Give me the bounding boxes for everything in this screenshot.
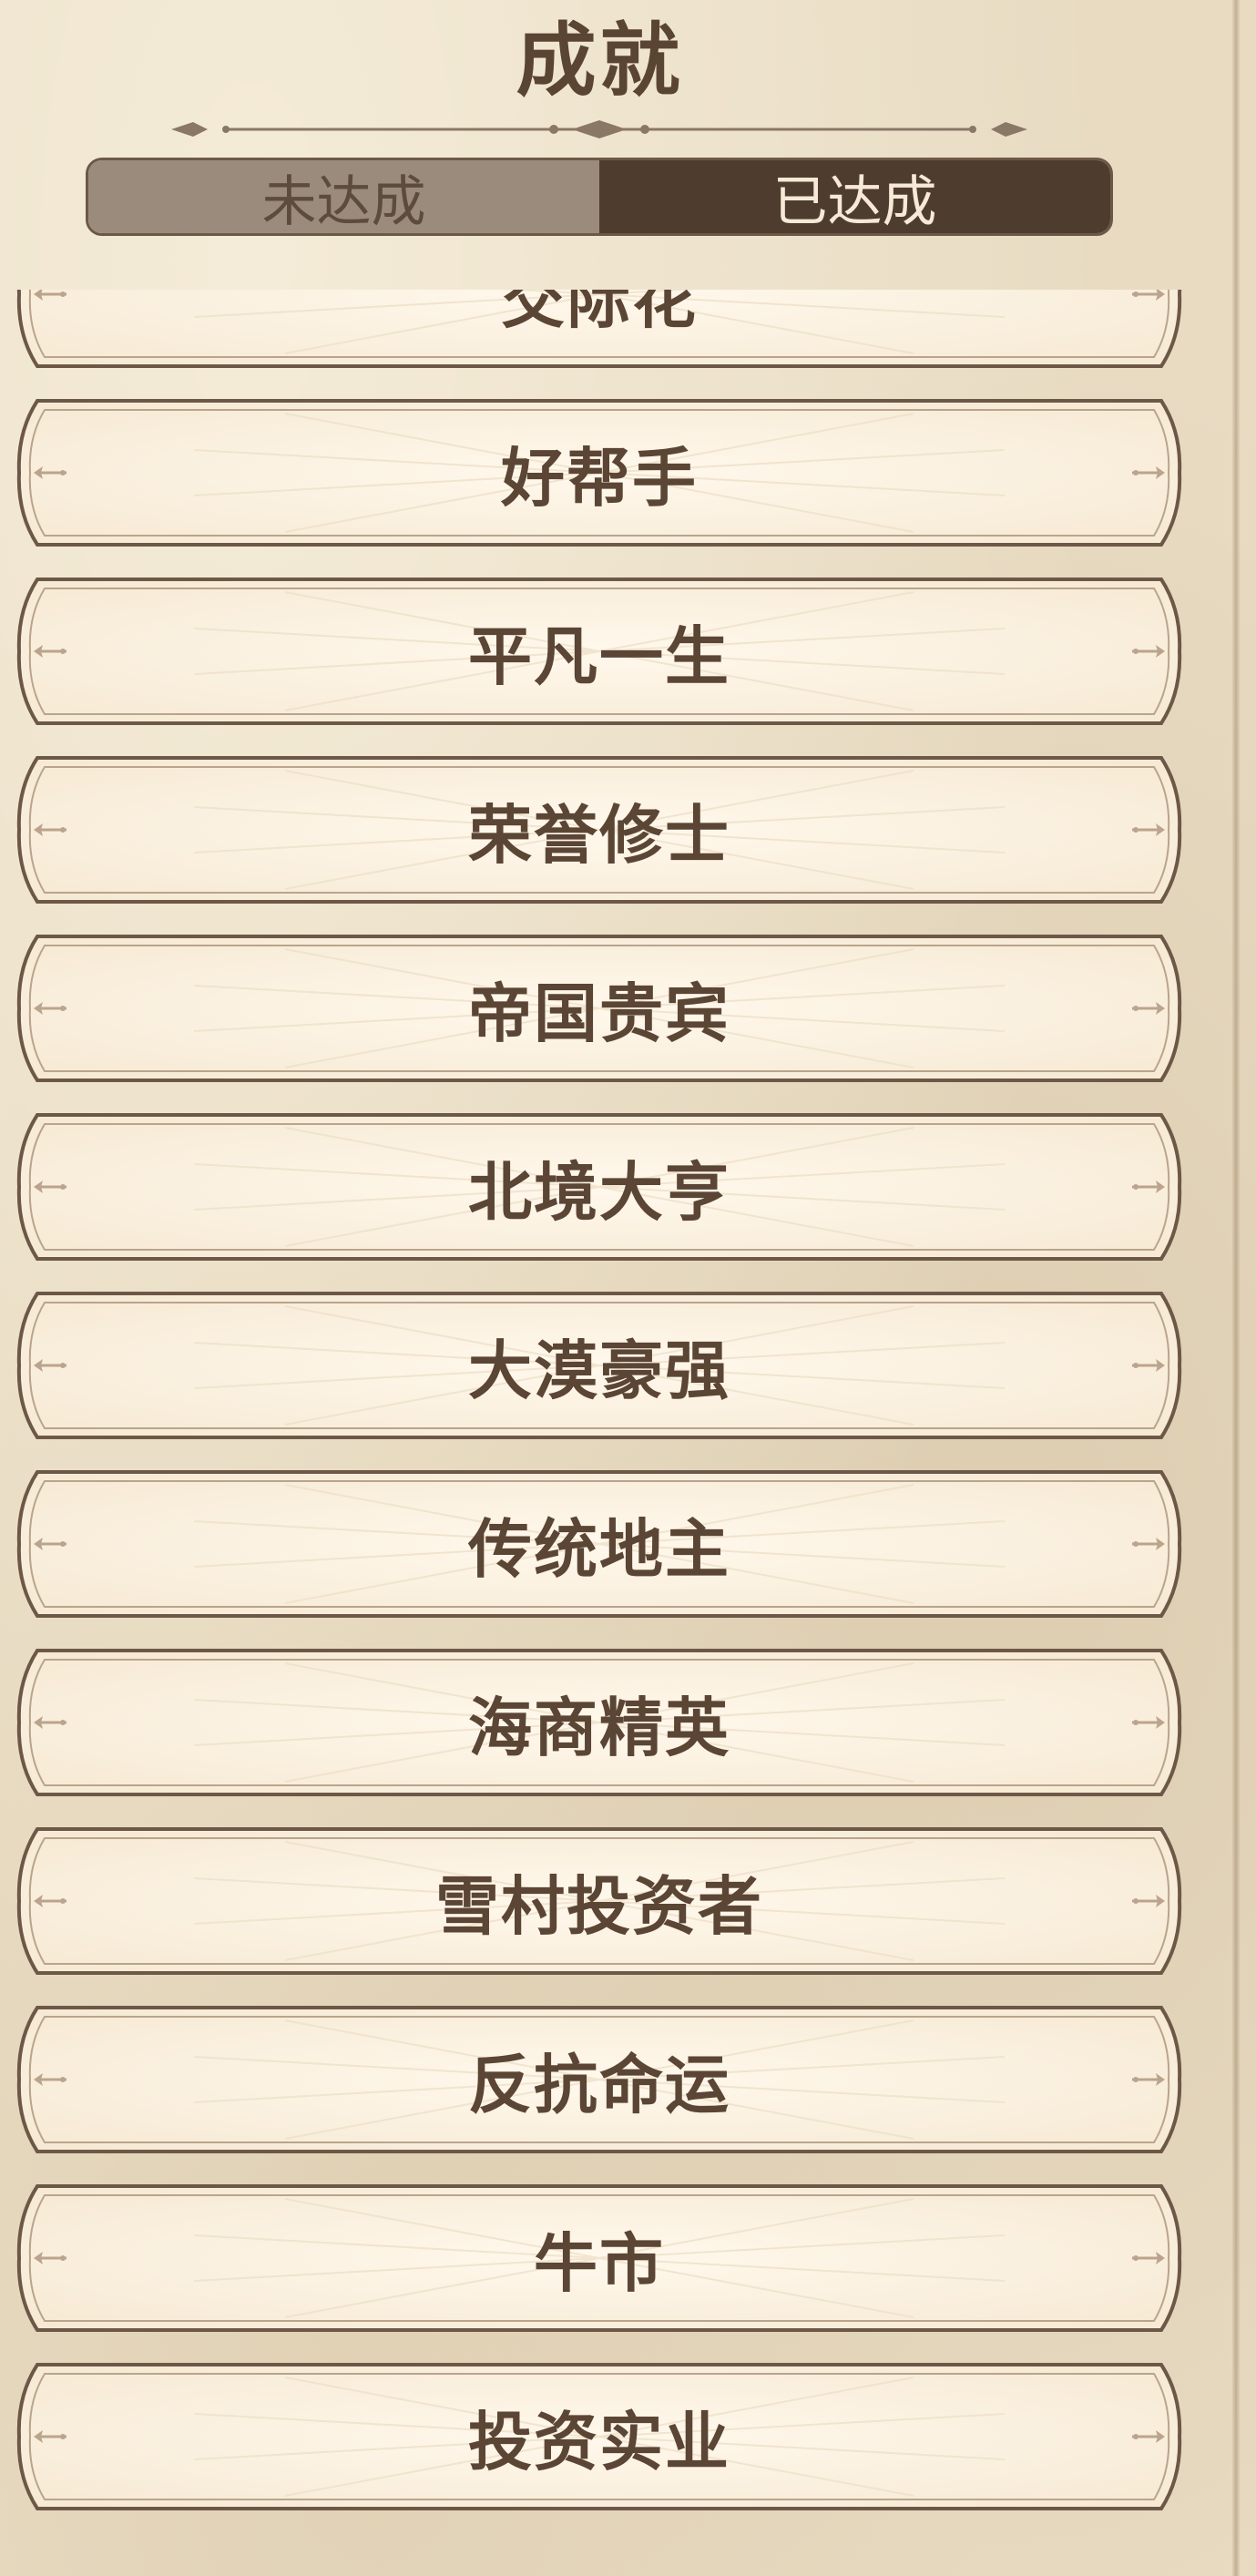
achievement-card[interactable]: 传统地主 bbox=[12, 1467, 1187, 1621]
achievement-name: 好帮手 bbox=[501, 439, 698, 516]
achievement-card[interactable]: 好帮手 bbox=[12, 395, 1187, 550]
achievement-name: 荣誉修士 bbox=[468, 796, 730, 873]
tab-achieved[interactable]: 已达成 bbox=[599, 160, 1110, 233]
page-title: 成就 bbox=[516, 13, 684, 107]
achievement-card[interactable]: 雪村投资者 bbox=[12, 1824, 1187, 1978]
achievement-name: 海商精英 bbox=[468, 1689, 730, 1765]
achievement-name: 反抗命运 bbox=[468, 2046, 730, 2122]
achievement-card[interactable]: 交际花 bbox=[12, 290, 1187, 372]
achievement-card[interactable]: 牛市 bbox=[12, 2181, 1187, 2336]
achievement-card[interactable]: 荣誉修士 bbox=[12, 752, 1187, 907]
achievement-name: 投资实业 bbox=[468, 2403, 730, 2479]
divider-ornament-icon bbox=[171, 120, 1027, 138]
achievement-list[interactable]: 交际花 好帮手 平凡一生 荣誉修士 帝国贵宾 北境大亨 大漠豪强 传统地主 海商… bbox=[0, 290, 1256, 2576]
achievement-name: 传统地主 bbox=[468, 1510, 730, 1587]
achievement-card[interactable]: 投资实业 bbox=[12, 2359, 1187, 2514]
achievement-name: 平凡一生 bbox=[468, 618, 730, 694]
achievement-name: 帝国贵宾 bbox=[468, 975, 730, 1051]
achievement-card[interactable]: 大漠豪强 bbox=[12, 1288, 1187, 1443]
tab-not-achieved[interactable]: 未达成 bbox=[88, 160, 599, 233]
achievement-card[interactable]: 北境大亨 bbox=[12, 1109, 1187, 1264]
achievement-card[interactable]: 反抗命运 bbox=[12, 2002, 1187, 2157]
achievement-name: 雪村投资者 bbox=[435, 1867, 763, 1944]
achievement-card[interactable]: 帝国贵宾 bbox=[12, 931, 1187, 1086]
achievement-name: 牛市 bbox=[534, 2224, 665, 2301]
tab-bar: 未达成 已达成 bbox=[86, 158, 1113, 236]
achievement-name: 交际花 bbox=[501, 290, 698, 337]
achievement-card[interactable]: 海商精英 bbox=[12, 1645, 1187, 1800]
achievement-name: 北境大亨 bbox=[468, 1153, 730, 1230]
achievement-card[interactable]: 平凡一生 bbox=[12, 574, 1187, 729]
header: 成就 未达成 已达成 bbox=[0, 0, 1256, 290]
achievement-name: 大漠豪强 bbox=[468, 1332, 730, 1408]
